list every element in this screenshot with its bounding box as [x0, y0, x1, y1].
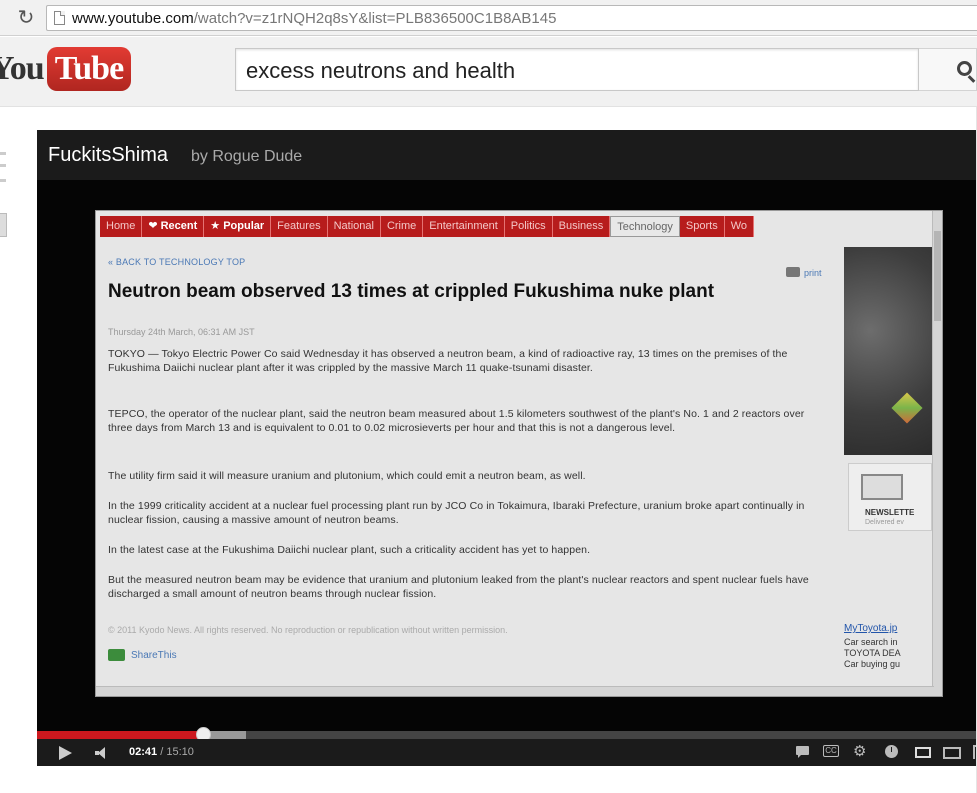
large-player-icon[interactable] [943, 747, 961, 759]
annotations-icon[interactable] [795, 745, 811, 759]
news-dateline: Thursday 24th March, 06:31 AM JST [108, 327, 255, 337]
news-nav-item: Entertainment [423, 216, 505, 237]
current-time: 02:41 [129, 746, 158, 758]
news-nav-item: National [328, 216, 381, 237]
share-icon [108, 649, 125, 661]
video-title[interactable]: FuckitsShima [48, 144, 168, 167]
back-link: « BACK TO TECHNOLOGY TOP [108, 257, 246, 267]
news-headline: Neutron beam observed 13 times at crippl… [108, 281, 715, 302]
video-player[interactable]: FuckitsShima by Rogue Dude Home ❤ Recent ★… [37, 130, 977, 766]
news-paragraph: In the latest case at the Fukushima Daii… [108, 544, 591, 556]
news-paragraph: TEPCO, the operator of the nuclear plant… [108, 408, 805, 434]
page-icon [54, 11, 65, 25]
news-paragraph: But the measured neutron beam may be evi… [108, 574, 809, 600]
progress-bar[interactable] [37, 727, 977, 742]
video-byline[interactable]: by Rogue Dude [191, 148, 302, 166]
news-paragraph: The utility firm said it will measure ur… [108, 470, 586, 482]
print-link: print [786, 267, 822, 278]
search-button[interactable] [919, 48, 977, 91]
ad-link: MyToyota.jp [844, 623, 898, 634]
search-query: excess neutrons and health [246, 58, 516, 83]
address-bar[interactable]: www.youtube.com/watch?v=z1rNQH2q8sY&list… [46, 5, 977, 31]
video-frame[interactable]: Home ❤ Recent ★ Popular Features National Cri… [37, 180, 977, 731]
news-nav-item: ★ Popular [204, 216, 272, 237]
player-title-bar: FuckitsShima by Rogue Dude [37, 130, 977, 180]
news-horizontal-scrollbar [96, 686, 934, 696]
news-nav-item: ❤ Recent [142, 216, 205, 237]
duration: 15:10 [166, 746, 194, 758]
news-nav-item: Business [553, 216, 611, 237]
browser-toolbar: ↻ www.youtube.com/watch?v=z1rNQH2q8sY&li… [0, 0, 977, 36]
search-icon [957, 61, 972, 76]
news-paragraph: TOKYO — Tokyo Electric Power Co said Wed… [108, 348, 788, 374]
watch-later-icon[interactable] [885, 745, 898, 758]
captured-news-page: Home ❤ Recent ★ Popular Features National Cri… [95, 210, 943, 697]
search-input[interactable]: excess neutrons and health [235, 48, 919, 91]
news-nav-item: Wo [725, 216, 755, 237]
reload-icon[interactable]: ↻ [14, 6, 38, 30]
news-paragraph: In the 1999 criticality accident at a nu… [108, 500, 805, 526]
news-nav-item: Politics [505, 216, 553, 237]
newsletter-box: NEWSLETTE Delivered ev [848, 463, 932, 531]
progress-played [37, 731, 203, 739]
play-icon[interactable] [59, 746, 72, 760]
ad-line: Car buying gu [844, 659, 901, 669]
news-nav-item: Sports [680, 216, 725, 237]
captions-button[interactable]: CC [823, 745, 839, 757]
time-display: 02:41 / 15:10 [129, 746, 194, 758]
news-copyright: © 2011 Kyodo News. All rights reserved. … [108, 625, 508, 635]
volume-icon[interactable] [95, 747, 107, 759]
ad-line: Car search in [844, 637, 898, 647]
news-nav-item: Home [100, 216, 143, 237]
news-nav-bar: Home ❤ Recent ★ Popular Features National Cri… [100, 216, 755, 237]
player-controls: 02:41 / 15:10 CC ⚙ [37, 739, 977, 766]
default-size-icon[interactable] [915, 747, 931, 758]
ad-line: TOYOTA DEA [844, 648, 901, 658]
gear-icon[interactable]: ⚙ [853, 744, 869, 759]
sidebar-tab[interactable] [0, 213, 7, 237]
news-vertical-scrollbar [932, 211, 942, 696]
share-widget: ShareThis [108, 649, 177, 661]
site-header: You Tube excess neutrons and health [0, 37, 977, 107]
news-nav-item: Technology [610, 216, 680, 237]
url-text: www.youtube.com/watch?v=z1rNQH2q8sY&list… [72, 10, 557, 27]
map-image [844, 247, 932, 455]
news-nav-item: Features [271, 216, 328, 237]
youtube-logo[interactable]: You Tube [0, 47, 132, 91]
guide-menu-icon[interactable] [0, 152, 6, 182]
news-nav-item: Crime [381, 216, 424, 237]
mail-icon [861, 474, 903, 500]
